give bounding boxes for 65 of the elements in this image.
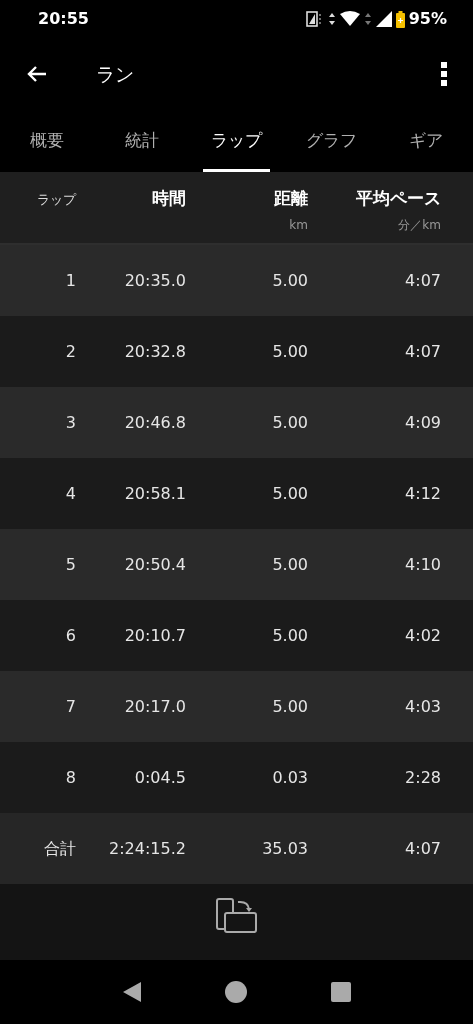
table-cell: 3 (65, 412, 76, 432)
table-cell: 5.00 (272, 625, 308, 645)
data-arrows-icon (327, 12, 336, 26)
table-cell: 5.00 (272, 483, 308, 503)
table-cell: 4 (65, 483, 76, 503)
battery-icon (395, 10, 405, 28)
column-header: 距離 (274, 187, 308, 210)
table-cell: 6 (65, 625, 76, 645)
column-header: ラップ (37, 191, 76, 209)
table-cell: 4:10 (405, 554, 441, 574)
table-cell: 5.00 (272, 412, 308, 432)
table-cell: 4:07 (405, 270, 441, 290)
tab[interactable]: ギア (378, 110, 473, 172)
table-cell: 0.03 (272, 767, 308, 787)
table-cell: 20:10.7 (124, 625, 186, 645)
table-cell: 5.00 (272, 696, 308, 716)
tab[interactable]: グラフ (283, 110, 379, 172)
more-button[interactable] (441, 62, 447, 86)
wifi-icon (339, 11, 360, 27)
column-header: 平均ペース (356, 187, 441, 210)
home-icon (225, 981, 248, 1003)
table-cell: 4:07 (405, 341, 441, 361)
tab[interactable]: 統計 (94, 110, 190, 172)
table-cell: 8 (65, 767, 76, 787)
rotate-screen-button[interactable] (214, 896, 259, 936)
recents-button[interactable] (331, 982, 352, 1002)
table-cell: 5 (65, 554, 76, 574)
page-title: ラン (96, 61, 135, 87)
table-cell: 20:50.4 (124, 554, 186, 574)
status-time: 20:55 (38, 8, 89, 30)
table-cell: 2 (65, 341, 76, 361)
table-cell: 0:04.5 (134, 767, 186, 787)
column-unit: km (289, 216, 308, 234)
home-button[interactable] (225, 981, 248, 1003)
rotate-screen-icon (214, 896, 259, 936)
table-cell: 合計 (44, 838, 76, 858)
table-cell: 2:24:15.2 (109, 838, 186, 858)
table-cell: 20:35.0 (124, 270, 186, 290)
table-cell: 7 (65, 696, 76, 716)
vibrate-icon (305, 11, 324, 27)
table-cell: 20:32.8 (124, 341, 186, 361)
column-unit: 分／km (398, 216, 441, 234)
table-cell: 20:46.8 (124, 412, 186, 432)
table-cell: 5.00 (272, 554, 308, 574)
recents-icon (331, 982, 352, 1002)
battery-percent: 95% (408, 8, 447, 30)
data-arrows-icon (363, 12, 372, 26)
table-cell: 4:12 (405, 483, 441, 503)
tab[interactable]: 概要 (0, 110, 95, 172)
table-cell: 2:28 (405, 767, 441, 787)
table-cell: 1 (65, 270, 76, 290)
table-cell: 20:17.0 (124, 696, 186, 716)
table-cell: 4:09 (405, 412, 441, 432)
tab[interactable]: ラップ (189, 110, 284, 172)
table-cell: 5.00 (272, 270, 308, 290)
column-header: 時間 (152, 187, 186, 210)
table-cell: 4:07 (405, 838, 441, 858)
table-cell: 5.00 (272, 341, 308, 361)
table-cell: 4:02 (405, 625, 441, 645)
signal-icon (375, 11, 392, 27)
nav-back-icon (121, 981, 142, 1003)
table-cell: 35.03 (262, 838, 308, 858)
table-cell: 20:58.1 (124, 483, 186, 503)
table-cell: 4:03 (405, 696, 441, 716)
nav-back-button[interactable] (121, 981, 142, 1003)
